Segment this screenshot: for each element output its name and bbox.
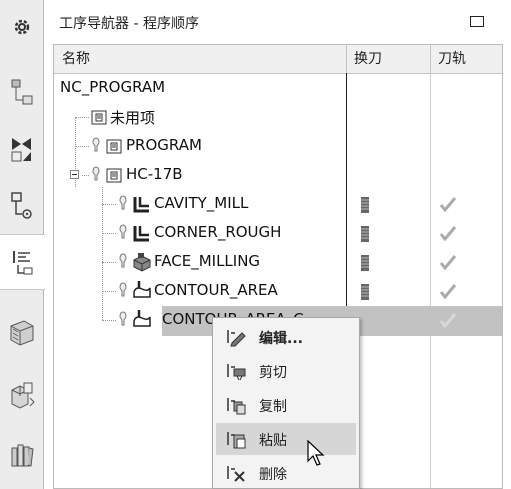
maximize-icon[interactable]	[470, 16, 484, 27]
menu-item-label: 粘贴	[259, 433, 287, 449]
status-icon	[119, 195, 127, 210]
tree-row-corner-rough[interactable]: CORNER_ROUGH	[54, 219, 502, 248]
menu-item-label: 剪切	[259, 365, 287, 381]
toolpath-ok-check-icon	[439, 226, 457, 241]
contour-area-icon	[133, 281, 151, 298]
machine-tool-view-icon	[11, 138, 31, 162]
status-icon	[92, 166, 100, 181]
cut-icon	[227, 364, 246, 381]
status-icon	[119, 311, 127, 326]
tool-change-icon	[361, 255, 369, 271]
navigator-title-bar: 工序导航器 - 程序顺序	[45, 0, 511, 44]
column-header-toolpath[interactable]: 刀轨	[430, 45, 502, 73]
face-milling-icon	[133, 253, 151, 272]
node-label: PROGRAM	[126, 136, 202, 154]
resource-bar	[0, 0, 45, 489]
tree-row-hc-17b[interactable]: HC-17B	[54, 161, 502, 190]
mouse-pointer-icon	[307, 440, 325, 466]
node-label: NC_PROGRAM	[60, 78, 166, 96]
paste-icon	[227, 432, 246, 449]
tree-row-nc-program[interactable]: NC_PROGRAM	[54, 74, 502, 103]
tool-change-icon	[361, 284, 369, 300]
geometry-view-button[interactable]	[0, 66, 44, 120]
menu-item-label: 复制	[259, 399, 287, 415]
toolpath-ok-check-icon	[439, 313, 457, 328]
node-label: FACE_MILLING	[154, 252, 261, 270]
edit-icon	[227, 330, 246, 347]
cavity-mill-icon	[133, 197, 149, 213]
node-label: 未用项	[110, 109, 156, 127]
program-group-icon	[106, 139, 122, 154]
assembly-navigator-button[interactable]	[0, 368, 44, 422]
program-order-view-icon	[12, 251, 32, 275]
cutter-library-button[interactable]	[0, 306, 44, 360]
collapse-toggle[interactable]	[70, 170, 79, 179]
delete-icon	[227, 466, 245, 482]
cavity-mill-icon	[133, 226, 149, 242]
node-label: CORNER_ROUGH	[154, 223, 282, 241]
reuse-library-button[interactable]	[0, 428, 44, 482]
assembly-navigator-icon	[11, 382, 35, 409]
program-group-icon	[106, 168, 122, 183]
menu-item-label: 编辑...	[259, 331, 303, 347]
menu-item-edit[interactable]: 编辑...	[216, 321, 356, 353]
tree-row-program[interactable]: PROGRAM	[54, 132, 502, 161]
tree-row-face-milling[interactable]: FACE_MILLING	[54, 248, 502, 277]
tool-change-icon	[361, 226, 369, 242]
navigator-title: 工序导航器 - 程序顺序	[59, 16, 199, 32]
settings-gear-button[interactable]	[0, 0, 44, 54]
copy-icon	[227, 398, 246, 415]
node-label: CONTOUR_AREA	[154, 281, 278, 299]
context-menu: 编辑... 剪切 复制 粘贴 删除	[212, 317, 360, 489]
menu-item-label: 删除	[259, 467, 287, 483]
geometry-view-icon	[11, 79, 33, 105]
menu-item-copy[interactable]: 复制	[216, 389, 356, 421]
toolpath-ok-check-icon	[439, 255, 457, 270]
tree-row-contour-area[interactable]: CONTOUR_AREA	[54, 277, 502, 306]
status-icon	[119, 224, 127, 239]
method-view-button[interactable]	[0, 178, 44, 232]
program-order-view-button[interactable]	[0, 234, 45, 290]
menu-item-cut[interactable]: 剪切	[216, 355, 356, 387]
method-view-icon	[11, 192, 32, 219]
toolpath-ok-check-icon	[439, 197, 457, 212]
status-icon	[92, 137, 100, 152]
status-icon	[119, 282, 127, 297]
menu-item-delete[interactable]: 删除	[216, 457, 356, 489]
column-header-name[interactable]: 名称	[54, 45, 346, 73]
tree-row-cavity-mill[interactable]: CAVITY_MILL	[54, 190, 502, 219]
menu-item-paste[interactable]: 粘贴	[216, 423, 356, 455]
tool-change-icon	[361, 197, 369, 213]
machine-tool-view-button[interactable]	[0, 122, 44, 176]
toolpath-ok-check-icon	[439, 284, 457, 299]
settings-gear-icon	[14, 19, 30, 35]
tree-row-unused-items[interactable]: 未用项	[54, 103, 502, 132]
node-label: CAVITY_MILL	[154, 194, 249, 212]
cutter-library-icon	[10, 320, 34, 346]
status-icon	[119, 253, 127, 268]
column-header-tool-change[interactable]: 换刀	[346, 45, 430, 73]
tree-header: 名称 换刀 刀轨	[54, 45, 502, 74]
program-group-icon	[91, 110, 107, 125]
node-label: HC-17B	[126, 165, 183, 183]
reuse-library-icon	[11, 444, 34, 467]
contour-area-icon	[133, 310, 151, 327]
